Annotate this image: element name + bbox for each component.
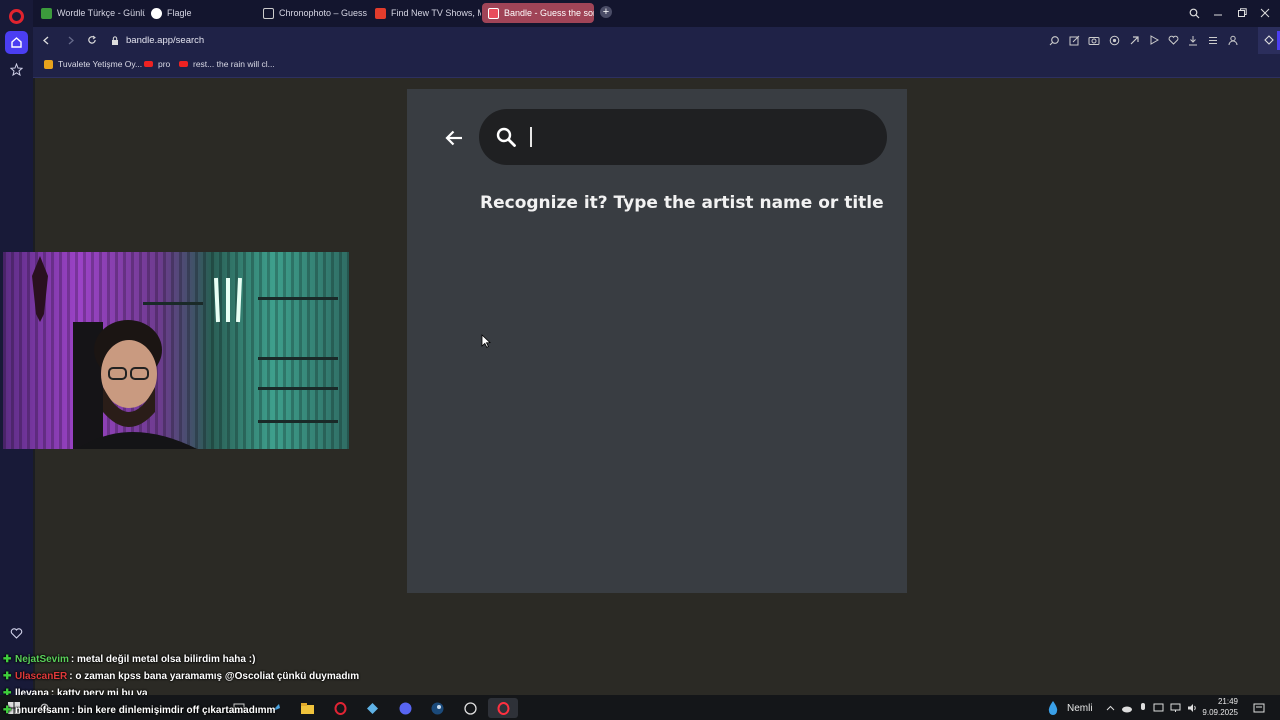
camera-favicon-icon — [263, 7, 274, 19]
play-icon[interactable] — [1145, 31, 1163, 49]
camera-icon[interactable] — [1085, 31, 1103, 49]
chat-username: NejatSevim — [15, 653, 69, 665]
chat-text: : metal değil metal olsa bilirdim haha :… — [70, 653, 256, 665]
bookmark-label: Tuvalete Yetişme Oy... — [58, 59, 143, 69]
mouse-cursor-icon — [481, 334, 491, 348]
chat-badge-icon: ✚ — [3, 653, 12, 665]
bookmark-label: rest... the rain will cl... — [193, 59, 275, 69]
youtube-icon — [144, 61, 153, 67]
youtube-icon — [179, 61, 188, 67]
trophy-icon — [44, 59, 53, 69]
tab-label: Find New TV Shows, Mov — [391, 8, 481, 18]
aria-button[interactable] — [1258, 27, 1280, 54]
download-icon[interactable] — [1184, 31, 1202, 49]
profile-icon[interactable] — [1224, 31, 1242, 49]
url-field[interactable]: bandle.app/search — [111, 32, 204, 49]
tab-search-icon[interactable] — [1184, 3, 1204, 23]
tab-tv-shows[interactable]: Find New TV Shows, Mov — [369, 3, 481, 23]
chat-message: ✚ NejatSevim : metal değil metal olsa bi… — [3, 651, 423, 668]
wordle-favicon-icon — [41, 7, 52, 19]
obs-icon[interactable] — [459, 698, 481, 718]
water-drop-icon — [1048, 701, 1058, 715]
edit-icon[interactable] — [1065, 31, 1083, 49]
speed-dial-star-icon[interactable] — [5, 58, 28, 81]
heart-icon[interactable] — [5, 622, 28, 645]
chat-badge-icon: ✚ — [3, 670, 12, 682]
text-caret — [530, 127, 532, 147]
chat-text: : o zaman kpss bana yaramamış @Oscoliat … — [69, 670, 360, 682]
tab-wordle[interactable]: Wordle Türkçe - Günlük K — [35, 3, 145, 23]
chat-message: ✚ UlascanER : o zaman kpss bana yaramamı… — [3, 668, 423, 685]
bookmark-label: pro — [158, 59, 171, 69]
opera-logo-icon[interactable] — [9, 9, 24, 24]
extensions-icon[interactable] — [1125, 31, 1143, 49]
bookmarks-bar: Tuvalete Yetişme Oy... pro rest... the r… — [33, 54, 1280, 78]
flagle-favicon-icon — [151, 7, 162, 19]
cloud-icon[interactable] — [1121, 704, 1133, 713]
clock-date: 9.09.2025 — [1202, 708, 1238, 717]
webcam-overlay — [3, 252, 349, 449]
menu-icon[interactable] — [1204, 31, 1222, 49]
bookmark-item[interactable]: rest... the rain will cl... — [179, 59, 275, 69]
clock[interactable]: 21:49 9.09.2025 — [1202, 696, 1238, 718]
streamer-figure — [73, 320, 197, 449]
back-arrow-icon[interactable] — [443, 127, 465, 149]
tab-label: Wordle Türkçe - Günlük K — [57, 8, 145, 18]
network-icon[interactable] — [1170, 703, 1181, 713]
display-icon[interactable] — [1153, 703, 1164, 713]
song-search-input[interactable] — [527, 123, 867, 151]
shield-icon[interactable] — [1105, 31, 1123, 49]
minimize-icon[interactable] — [1208, 3, 1228, 23]
tab-bandle[interactable]: Bandle - Guess the song, — [482, 3, 594, 23]
notification-icon[interactable] — [1248, 698, 1270, 718]
chat-username: UlascanER — [15, 670, 68, 682]
home-icon[interactable] — [5, 31, 28, 54]
chat-text: : bin kere dinlemişimdir off çıkartamadı… — [71, 704, 276, 716]
system-tray — [1106, 698, 1198, 718]
bookmark-item[interactable]: pro — [144, 59, 170, 69]
chevron-up-icon[interactable] — [1106, 704, 1115, 713]
screen: Wordle Türkçe - Günlük K Flagle Chronoph… — [0, 0, 1280, 720]
back-nav-icon[interactable] — [37, 31, 55, 49]
search-prompt: Recognize it? Type the artist name or ti… — [480, 193, 884, 213]
microphone-icon[interactable] — [1139, 702, 1147, 714]
new-tab-plus-icon[interactable]: + — [600, 6, 612, 18]
bookmark-item[interactable]: Tuvalete Yetişme Oy... — [44, 59, 142, 69]
weather-widget[interactable]: Nemli — [1045, 698, 1093, 718]
tab-label: Flagle — [167, 8, 192, 18]
speaker-icon[interactable] — [1187, 703, 1198, 713]
song-search-box[interactable] — [479, 109, 887, 165]
chat-overlay: ✚ NejatSevim : metal değil metal olsa bi… — [3, 651, 423, 719]
opera-gx-icon[interactable] — [488, 698, 518, 718]
close-icon[interactable] — [1255, 3, 1275, 23]
wall-decor-icon — [32, 256, 48, 322]
clock-time: 21:49 — [1217, 697, 1238, 706]
url-text: bandle.app/search — [126, 35, 205, 46]
tab-strip: Wordle Türkçe - Günlük K Flagle Chronoph… — [33, 0, 1280, 27]
chat-message: ✚ nnurefsann : bin kere dinlemişimdir of… — [3, 702, 423, 719]
lock-icon — [112, 36, 118, 45]
heart-icon[interactable] — [1164, 31, 1182, 49]
tab-label: Bandle - Guess the song, — [504, 8, 594, 18]
zoom-icon[interactable] — [1045, 31, 1063, 49]
tab-chronophoto[interactable]: Chronophoto – Guess the — [257, 3, 369, 23]
chat-username: nnurefsann — [15, 704, 70, 716]
tab-label: Chronophoto – Guess the — [279, 8, 369, 18]
forward-nav-icon[interactable] — [61, 31, 79, 49]
tab-flagle[interactable]: Flagle — [145, 3, 253, 23]
restore-icon[interactable] — [1232, 3, 1252, 23]
bandle-favicon-icon — [488, 7, 499, 19]
chat-badge-icon: ✚ — [3, 704, 12, 716]
steam-icon[interactable] — [426, 698, 448, 718]
address-bar: bandle.app/search — [33, 27, 1280, 54]
tv-favicon-icon — [375, 7, 386, 19]
weather-text: Nemli — [1067, 702, 1093, 714]
reload-icon[interactable] — [83, 31, 101, 49]
search-icon — [496, 127, 516, 147]
